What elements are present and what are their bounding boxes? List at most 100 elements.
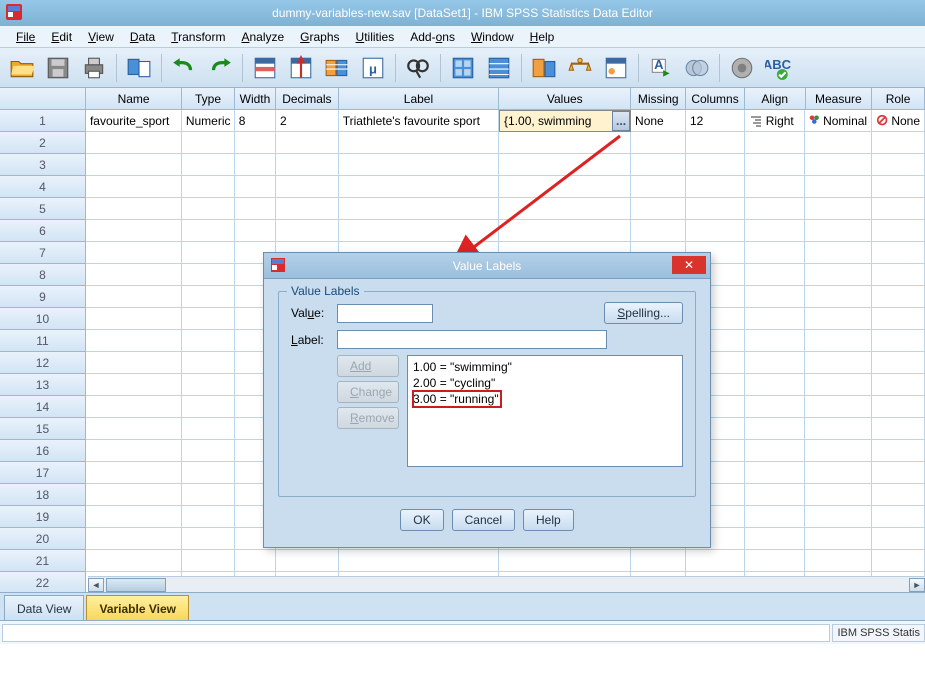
empty-cell[interactable]	[805, 550, 872, 572]
empty-cell[interactable]	[745, 264, 806, 286]
empty-cell[interactable]	[805, 154, 872, 176]
empty-cell[interactable]	[182, 286, 235, 308]
empty-cell[interactable]	[276, 550, 339, 572]
empty-cell[interactable]	[499, 154, 631, 176]
empty-cell[interactable]	[499, 176, 631, 198]
use-sets-icon[interactable]: A	[645, 52, 677, 84]
empty-cell[interactable]	[182, 198, 235, 220]
empty-cell[interactable]	[182, 484, 235, 506]
empty-cell[interactable]	[745, 330, 806, 352]
empty-cell[interactable]	[276, 220, 339, 242]
empty-cell[interactable]	[805, 308, 872, 330]
cell-values-1[interactable]: {1.00, swimming ...	[499, 110, 631, 132]
empty-cell[interactable]	[182, 550, 235, 572]
empty-cell[interactable]	[805, 264, 872, 286]
empty-cell[interactable]	[805, 506, 872, 528]
recall-dialog-icon[interactable]	[123, 52, 155, 84]
horizontal-scrollbar[interactable]: ◄ ►	[88, 576, 925, 592]
empty-cell[interactable]	[235, 132, 276, 154]
cell-measure-1[interactable]: Nominal	[805, 110, 872, 132]
empty-cell[interactable]	[686, 176, 745, 198]
col-decimals[interactable]: Decimals	[276, 88, 339, 110]
empty-cell[interactable]	[182, 352, 235, 374]
tab-data-view[interactable]: Data View	[4, 595, 84, 620]
empty-cell[interactable]	[235, 220, 276, 242]
empty-cell[interactable]	[182, 396, 235, 418]
empty-cell[interactable]	[276, 176, 339, 198]
change-button[interactable]: Change	[337, 381, 399, 403]
menu-window[interactable]: Window	[463, 27, 522, 47]
empty-cell[interactable]	[276, 132, 339, 154]
cell-name-1[interactable]: favourite_sport	[86, 110, 182, 132]
row-num[interactable]: 21	[0, 550, 86, 572]
row-num[interactable]: 11	[0, 330, 86, 352]
spellcheck-icon[interactable]: ABC	[762, 52, 794, 84]
empty-cell[interactable]	[631, 198, 686, 220]
col-measure[interactable]: Measure	[806, 88, 873, 110]
row-num[interactable]: 3	[0, 154, 86, 176]
cell-width-1[interactable]: 8	[235, 110, 276, 132]
empty-cell[interactable]	[872, 154, 925, 176]
empty-cell[interactable]	[745, 440, 806, 462]
print-icon[interactable]	[78, 52, 110, 84]
empty-cell[interactable]	[86, 440, 182, 462]
empty-cell[interactable]	[339, 220, 499, 242]
empty-cell[interactable]	[872, 396, 925, 418]
row-num[interactable]: 7	[0, 242, 86, 264]
scroll-right-icon[interactable]: ►	[909, 578, 925, 592]
empty-cell[interactable]	[745, 352, 806, 374]
menu-data[interactable]: Data	[122, 27, 163, 47]
row-num[interactable]: 19	[0, 506, 86, 528]
menu-help[interactable]: Help	[522, 27, 563, 47]
menu-view[interactable]: View	[80, 27, 122, 47]
empty-cell[interactable]	[339, 132, 499, 154]
row-num[interactable]: 14	[0, 396, 86, 418]
list-item[interactable]: 2.00 = "cycling"	[413, 375, 677, 391]
empty-cell[interactable]	[86, 308, 182, 330]
empty-cell[interactable]	[872, 132, 925, 154]
empty-cell[interactable]	[631, 176, 686, 198]
empty-cell[interactable]	[86, 396, 182, 418]
empty-cell[interactable]	[339, 176, 499, 198]
cell-align-1[interactable]: Right	[745, 110, 806, 132]
menu-edit[interactable]: Edit	[43, 27, 80, 47]
empty-cell[interactable]	[872, 418, 925, 440]
empty-cell[interactable]	[805, 198, 872, 220]
list-item[interactable]: 1.00 = "swimming"	[413, 359, 677, 375]
empty-cell[interactable]	[745, 506, 806, 528]
empty-cell[interactable]	[499, 198, 631, 220]
empty-cell[interactable]	[872, 308, 925, 330]
col-type[interactable]: Type	[182, 88, 235, 110]
variables-icon[interactable]	[321, 52, 353, 84]
tab-variable-view[interactable]: Variable View	[86, 595, 189, 620]
goto-variable-icon[interactable]	[285, 52, 317, 84]
empty-cell[interactable]	[86, 198, 182, 220]
empty-cell[interactable]	[745, 242, 806, 264]
open-icon[interactable]	[6, 52, 38, 84]
empty-cell[interactable]	[631, 132, 686, 154]
cell-type-1[interactable]: Numeric	[182, 110, 235, 132]
col-label[interactable]: Label	[339, 88, 500, 110]
empty-cell[interactable]	[631, 220, 686, 242]
empty-cell[interactable]	[276, 198, 339, 220]
empty-cell[interactable]	[872, 330, 925, 352]
spelling-button[interactable]: Spelling...	[604, 302, 683, 324]
empty-cell[interactable]	[745, 176, 806, 198]
cell-missing-1[interactable]: None	[631, 110, 686, 132]
col-role[interactable]: Role	[872, 88, 925, 110]
menu-utilities[interactable]: Utilities	[348, 27, 403, 47]
remove-button[interactable]: Remove	[337, 407, 399, 429]
col-values[interactable]: Values	[499, 88, 631, 110]
value-input[interactable]	[337, 304, 433, 323]
empty-cell[interactable]	[86, 264, 182, 286]
row-num[interactable]: 18	[0, 484, 86, 506]
empty-cell[interactable]	[276, 154, 339, 176]
empty-cell[interactable]	[872, 484, 925, 506]
empty-cell[interactable]	[182, 132, 235, 154]
row-num[interactable]: 15	[0, 418, 86, 440]
row-num[interactable]: 16	[0, 440, 86, 462]
empty-cell[interactable]	[499, 220, 631, 242]
split-file-icon[interactable]	[447, 52, 479, 84]
empty-cell[interactable]	[686, 220, 745, 242]
row-num[interactable]: 4	[0, 176, 86, 198]
